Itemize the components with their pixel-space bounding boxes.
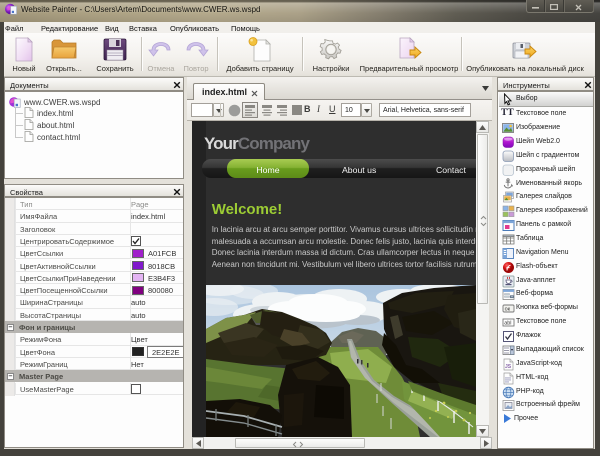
svg-text:ок: ок bbox=[505, 307, 511, 313]
svg-text:abl: abl bbox=[504, 321, 511, 327]
svg-text:JS: JS bbox=[505, 364, 512, 370]
